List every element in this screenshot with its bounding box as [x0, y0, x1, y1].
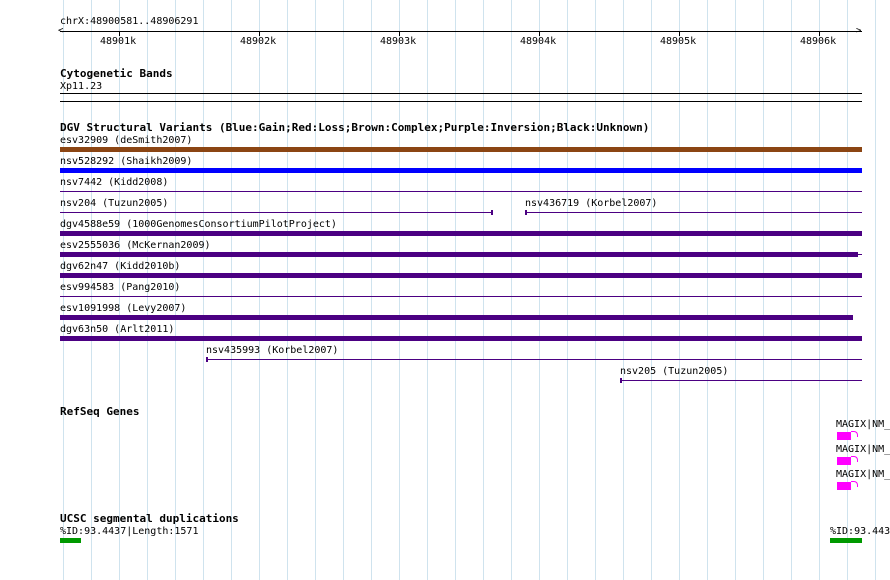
dgv-feature-label[interactable]: esv2555036 (McKernan2009): [60, 240, 211, 251]
dgv-feature-label[interactable]: dgv62n47 (Kidd2010b): [60, 261, 180, 272]
track-title-dgv[interactable]: DGV Structural Variants (Blue:Gain;Red:L…: [60, 122, 649, 134]
dgv-feature-line-inversion[interactable]: [60, 212, 492, 213]
grid-line: [623, 0, 624, 580]
grid-line: [315, 0, 316, 580]
dgv-feature-label[interactable]: dgv4588e59 (1000GenomesConsortiumPilotPr…: [60, 219, 337, 230]
grid-line: [455, 0, 456, 580]
grid-line: [875, 0, 876, 580]
gene-exon[interactable]: [837, 432, 851, 440]
ruler-tick-label: 48901k: [100, 36, 137, 47]
dgv-feature-label[interactable]: esv1091998 (Levy2007): [60, 303, 186, 314]
dgv-feature-bar-gain[interactable]: [60, 168, 862, 173]
dgv-feature-bar-inversion[interactable]: [60, 315, 853, 320]
grid-line: [707, 0, 708, 580]
segdup-label[interactable]: %ID:93.443: [830, 526, 890, 537]
dgv-feature-bar-inversion[interactable]: [60, 273, 862, 278]
dgv-feature-label[interactable]: nsv435993 (Korbel2007): [206, 345, 338, 356]
dgv-feature-line-inversion[interactable]: [60, 296, 862, 297]
location-label: chrX:48900581..48906291: [60, 16, 199, 27]
dgv-feature-bar-inversion[interactable]: [60, 231, 862, 236]
dgv-feature-label[interactable]: nsv528292 (Shaikh2009): [60, 156, 192, 167]
grid-line: [679, 0, 680, 580]
dgv-feature-bar-complex[interactable]: [60, 147, 862, 152]
ruler-tick-label: 48905k: [660, 36, 697, 47]
dgv-feature-label[interactable]: dgv63n50 (Arlt2011): [60, 324, 174, 335]
gene-intron-hook: [851, 481, 858, 487]
dgv-feature-line-inversion[interactable]: [525, 212, 862, 213]
ruler-axis[interactable]: [60, 31, 862, 32]
dgv-feature-label[interactable]: esv32909 (deSmith2007): [60, 135, 192, 146]
dgv-feature-line-tail: [858, 254, 862, 255]
track-title-refseq-genes[interactable]: RefSeq Genes: [60, 406, 139, 418]
grid-line: [791, 0, 792, 580]
dgv-feature-line-inversion[interactable]: [206, 359, 862, 360]
ruler-tick-label: 48906k: [800, 36, 837, 47]
dgv-feature-label[interactable]: esv994583 (Pang2010): [60, 282, 180, 293]
dgv-feature-label[interactable]: nsv7442 (Kidd2008): [60, 177, 168, 188]
segdup-bar[interactable]: [830, 538, 862, 543]
grid-line: [343, 0, 344, 580]
grid-line: [511, 0, 512, 580]
grid-line: [539, 0, 540, 580]
track-title-cytogenetic-bands[interactable]: Cytogenetic Bands: [60, 68, 173, 80]
grid-line: [371, 0, 372, 580]
segdup-label[interactable]: %ID:93.4437|Length:1571: [60, 526, 198, 537]
cyto-band-bottom-border: [60, 101, 862, 102]
cyto-band-label: Xp11.23: [60, 81, 103, 92]
segdup-bar[interactable]: [60, 538, 81, 543]
gene-intron-hook: [851, 456, 858, 462]
dgv-feature-end-tick: [491, 210, 493, 215]
dgv-feature-bar-inversion[interactable]: [60, 252, 858, 257]
grid-line: [231, 0, 232, 580]
grid-line: [847, 0, 848, 580]
cyto-band-top-border: [60, 93, 862, 94]
gene-label[interactable]: MAGIX|NM_: [836, 444, 890, 455]
grid-line: [427, 0, 428, 580]
grid-line: [399, 0, 400, 580]
ruler-tick-label: 48904k: [520, 36, 557, 47]
gene-exon[interactable]: [837, 482, 851, 490]
gene-exon[interactable]: [837, 457, 851, 465]
dgv-feature-label[interactable]: nsv205 (Tuzun2005): [620, 366, 728, 377]
grid-line: [763, 0, 764, 580]
grid-line: [259, 0, 260, 580]
gene-label[interactable]: MAGIX|NM_: [836, 469, 890, 480]
grid-line: [567, 0, 568, 580]
grid-line: [483, 0, 484, 580]
dgv-feature-line-inversion[interactable]: [60, 191, 862, 192]
grid-line: [203, 0, 204, 580]
grid-line: [735, 0, 736, 580]
track-title-segmental-duplications[interactable]: UCSC segmental duplications: [60, 513, 239, 525]
genome-browser-panel: chrX:48900581..48906291 < > 48901k 48902…: [0, 0, 890, 580]
dgv-feature-label[interactable]: nsv436719 (Korbel2007): [525, 198, 657, 209]
grid-line: [819, 0, 820, 580]
grid-line: [287, 0, 288, 580]
dgv-feature-line-inversion[interactable]: [620, 380, 862, 381]
dgv-feature-bar-inversion[interactable]: [60, 336, 862, 341]
dgv-feature-label[interactable]: nsv204 (Tuzun2005): [60, 198, 168, 209]
ruler-tick-label: 48902k: [240, 36, 277, 47]
ruler-left-arrow: <: [58, 26, 64, 36]
grid-line: [651, 0, 652, 580]
ruler-right-arrow: >: [856, 26, 862, 36]
gene-intron-hook: [851, 431, 858, 437]
ruler-tick-label: 48903k: [380, 36, 417, 47]
gene-label[interactable]: MAGIX|NM_: [836, 419, 890, 430]
grid-line: [595, 0, 596, 580]
